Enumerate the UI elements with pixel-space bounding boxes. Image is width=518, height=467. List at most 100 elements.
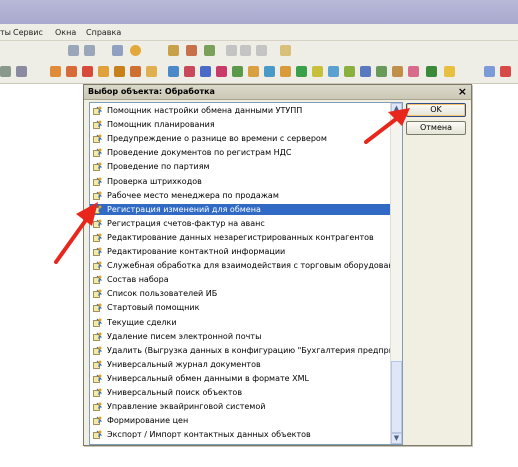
tools-icon[interactable] [280,45,291,56]
list-item[interactable]: Состав набора [90,274,390,285]
toolbar-icon[interactable] [66,66,77,77]
processing-icon [93,346,103,355]
toolbar-icon[interactable] [216,66,227,77]
menu-item-windows[interactable]: Окна [55,28,76,37]
list-item[interactable]: Удаление писем электронной почты [90,331,390,342]
list-item[interactable]: Экспорт / Импорт контактных данных объек… [90,429,390,440]
list-item-label: Помощник планирования [107,120,215,130]
menu-item-service[interactable]: Сервис [13,28,43,37]
processing-icon [93,318,103,327]
list-item-label: Универсальный поиск объектов [107,388,243,397]
processing-icon [93,177,103,186]
search-icon[interactable] [68,45,79,56]
calculator-icon[interactable] [186,45,197,56]
toolbar-icon[interactable] [500,66,511,77]
processing-icon [93,134,103,144]
toolbar-icon[interactable] [328,66,339,77]
toolbar-icon[interactable] [444,66,455,77]
window-titlebar [0,0,518,24]
toolbar-icon[interactable] [264,66,275,77]
toolbar-icon[interactable] [484,66,495,77]
list-item[interactable]: Проведение по партиям [90,161,390,172]
memory-plus-icon[interactable] [240,45,251,56]
list-scrollbar[interactable]: ▲ ▼ [390,103,402,444]
list-item-label: Формирование цен [107,416,189,426]
toolbar-icon[interactable] [232,66,243,77]
list-item-label: Проведение по партиям [107,162,210,172]
calendar-icon[interactable] [168,45,179,56]
list-item-label: Помощник настройки обмена данными УТУПП [107,106,303,115]
list-item[interactable]: Универсальный журнал документов [90,359,390,370]
toolbar-icon[interactable] [312,66,323,77]
list-item[interactable]: Удалить (Выгрузка данных в конфигурацию … [90,345,402,356]
processing-icon [93,106,103,115]
list-item[interactable]: Проверка штрихкодов [90,176,390,187]
list-item-label: Управление эквайринговой системой [107,402,266,412]
scrollbar-thumb[interactable] [391,361,402,433]
processing-icon [93,416,103,426]
toolbar-icon[interactable] [426,66,437,77]
toolbar-icon[interactable] [376,66,387,77]
list-item[interactable]: Предупреждение о разнице во времени с се… [90,133,390,144]
list-item-label: Список пользователей ИБ [107,289,218,299]
info-icon[interactable] [130,45,141,56]
list-item[interactable]: Проведение документов по регистрам НДС [90,147,390,158]
list-item[interactable]: Служебная обработка для взаимодействия с… [90,260,402,271]
list-item[interactable]: Редактирование контактной информации [90,246,390,257]
list-item[interactable]: Помощник планирования [90,119,390,130]
toolbar-icon[interactable] [280,66,291,77]
toolbar-icon[interactable] [360,66,371,77]
list-item-label: Экспорт / Импорт контактных данных объек… [107,430,311,440]
toolbar-icon[interactable] [0,66,11,77]
list-item[interactable]: Регистрация изменений для обмена [90,203,390,215]
toolbar-icon[interactable] [184,66,195,77]
toolbar-icon[interactable] [344,66,355,77]
processing-icon [93,148,103,158]
processing-icon [93,430,103,440]
toolbar-icon[interactable] [392,66,403,77]
dialog-title: Выбор объекта: Обработка [88,87,215,96]
processing-icon [93,360,103,369]
toolbar-icon[interactable] [168,66,179,77]
list-item[interactable]: Стартовый помощник [90,302,390,313]
list-item[interactable]: Редактирование данных незарегистрированн… [90,232,390,243]
toolbar-icon[interactable] [408,66,419,77]
memory-m-icon[interactable] [226,45,237,56]
menu-item-actions[interactable]: ты [0,28,11,37]
processing-list[interactable]: Помощник настройки обмена данными УТУПП П… [89,102,403,445]
toolbar-icon[interactable] [50,66,61,77]
memory-minus-icon[interactable] [256,45,267,56]
window-icon[interactable] [112,45,123,56]
toolbar-icon[interactable] [114,66,125,77]
list-item[interactable]: Помощник настройки обмена данными УТУПП [90,105,390,116]
list-item-label: Регистрация счетов-фактур на аванс [107,218,265,228]
list-item-label: Предупреждение о разнице во времени с се… [107,134,327,144]
toolbar-icon[interactable] [248,66,259,77]
scroll-down-icon[interactable]: ▼ [391,433,402,444]
toolbar-icon[interactable] [296,66,307,77]
list-item[interactable]: Универсальный обмен данными в формате XM… [90,373,390,384]
toolbar-icon[interactable] [98,66,109,77]
toolbar-icon[interactable] [82,66,93,77]
list-item[interactable]: Текущие сделки [90,317,390,328]
list-item[interactable]: Рабочее место менеджера по продажам [90,190,390,201]
list-item-label: Текущие сделки [107,317,177,327]
toolbar-main [0,41,518,100]
close-icon[interactable]: × [458,85,467,98]
list-item[interactable]: Регистрация счетов-фактур на аванс [90,218,390,229]
menu-item-help[interactable]: Справка [86,28,121,37]
users-icon[interactable] [204,45,215,56]
list-item-label: Стартовый помощник [107,303,200,313]
list-item[interactable]: Универсальный поиск объектов [90,387,390,398]
toolbar-icon[interactable] [146,66,157,77]
toolbar-icon[interactable] [16,66,27,77]
list-item-label: Редактирование данных незарегистрированн… [107,232,374,242]
toolbar-icon[interactable] [130,66,141,77]
processing-icon [93,388,103,397]
back-icon[interactable] [84,45,95,56]
list-item-label: Проведение документов по регистрам НДС [107,148,292,158]
list-item[interactable]: Управление эквайринговой системой [90,401,390,412]
list-item[interactable]: Список пользователей ИБ [90,288,390,299]
toolbar-icon[interactable] [200,66,211,77]
list-item[interactable]: Формирование цен [90,415,390,426]
